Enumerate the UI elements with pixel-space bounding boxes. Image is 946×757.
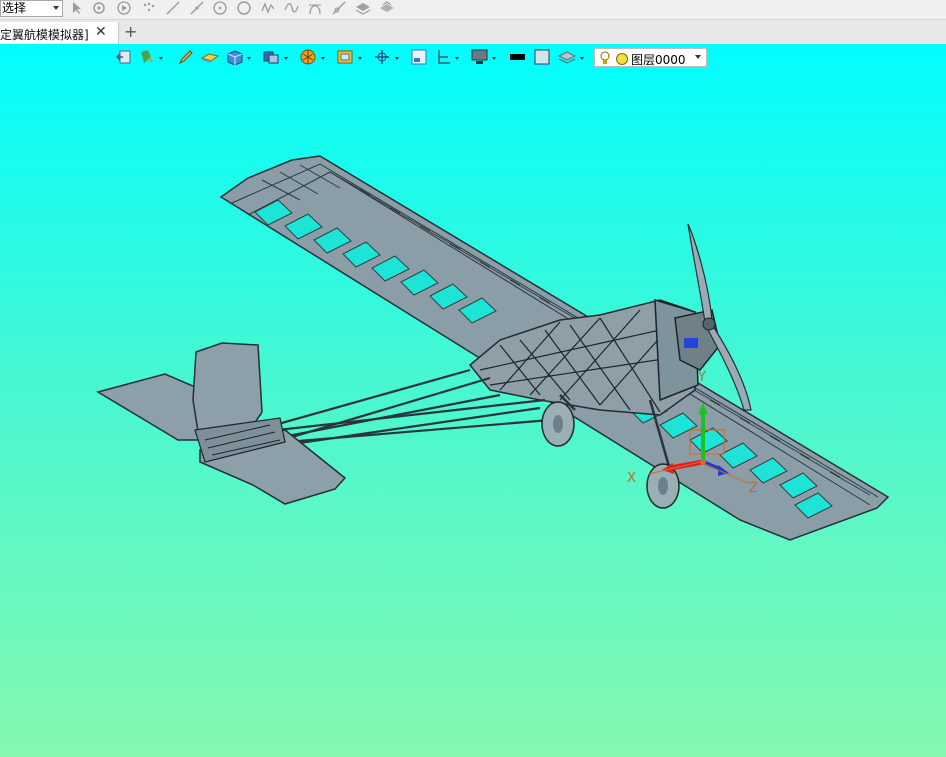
frame-icon xyxy=(337,50,353,64)
selection-filter-value: 选择 xyxy=(2,1,27,15)
tab-document[interactable]: 定翼航模模拟器] ✕ xyxy=(0,22,119,44)
lightbulb-icon[interactable] xyxy=(599,51,611,66)
layer-name: 图层0000 xyxy=(631,53,686,67)
tail-assembly[interactable] xyxy=(96,342,347,505)
circle-center-icon[interactable] xyxy=(213,1,228,16)
cube-icon xyxy=(227,50,243,65)
add-tab-button[interactable]: + xyxy=(124,23,137,41)
layers-icon xyxy=(558,51,576,64)
color-swatch-icon xyxy=(534,49,550,65)
chevron-down-icon[interactable] xyxy=(321,57,325,60)
exit-icon xyxy=(116,50,131,64)
command-toolbar: 选择 xyxy=(0,0,946,20)
sphere-icon xyxy=(300,49,316,65)
line-icon[interactable] xyxy=(166,1,180,15)
chevron-down-icon[interactable] xyxy=(455,57,459,60)
3d-viewport[interactable]: X Y Z xyxy=(0,44,946,757)
view-cube-icon xyxy=(263,51,279,64)
cad-application: 选择 定翼航模模拟器] ✕ + X Y Z 图层0000 xyxy=(0,0,946,757)
curve-icon[interactable] xyxy=(261,1,276,15)
layer-stack-icon[interactable] xyxy=(355,1,371,15)
tangent-line-icon[interactable] xyxy=(332,1,347,15)
segment-icon[interactable] xyxy=(190,1,204,15)
x-axis-label: X xyxy=(627,471,636,486)
pointer-icon[interactable] xyxy=(70,1,84,15)
paint-bucket-icon xyxy=(141,50,153,63)
line-color-icon xyxy=(510,54,525,60)
chevron-down-icon[interactable] xyxy=(53,6,59,10)
chevron-down-icon[interactable] xyxy=(159,57,163,60)
circle-icon[interactable] xyxy=(237,1,252,16)
monitor-icon xyxy=(471,49,488,64)
aircraft-model[interactable]: X Y Z xyxy=(0,44,946,757)
y-axis-label: Y xyxy=(697,370,706,385)
play-icon[interactable] xyxy=(117,1,132,16)
arc-icon[interactable] xyxy=(308,1,323,15)
chevron-down-icon[interactable] xyxy=(284,57,288,60)
chevron-down-icon[interactable] xyxy=(492,57,496,60)
tab-document-title: 定翼航模模拟器] xyxy=(0,28,89,42)
selection-filter-select[interactable]: 选择 xyxy=(0,0,63,17)
chevron-down-icon[interactable] xyxy=(247,57,251,60)
window-icon xyxy=(411,49,427,65)
move-icon xyxy=(375,50,389,64)
layer-group-icon[interactable] xyxy=(379,1,395,15)
snap-icon[interactable] xyxy=(92,1,106,15)
chevron-down-icon[interactable] xyxy=(695,55,701,59)
spline-icon[interactable] xyxy=(284,1,299,15)
document-tab-strip: 定翼航模模拟器] ✕ + xyxy=(0,20,946,44)
points-icon[interactable] xyxy=(142,1,156,15)
chevron-down-icon[interactable] xyxy=(358,57,362,60)
close-icon[interactable]: ✕ xyxy=(95,24,107,40)
pencil-icon xyxy=(178,50,193,65)
z-axis-label: Z xyxy=(749,481,758,496)
chevron-down-icon[interactable] xyxy=(580,57,584,60)
section-icon xyxy=(438,50,450,64)
plane-icon xyxy=(201,53,219,63)
layer-color-icon[interactable] xyxy=(615,52,629,66)
layer-select[interactable]: 图层0000 xyxy=(594,48,707,67)
chevron-down-icon[interactable] xyxy=(395,57,399,60)
